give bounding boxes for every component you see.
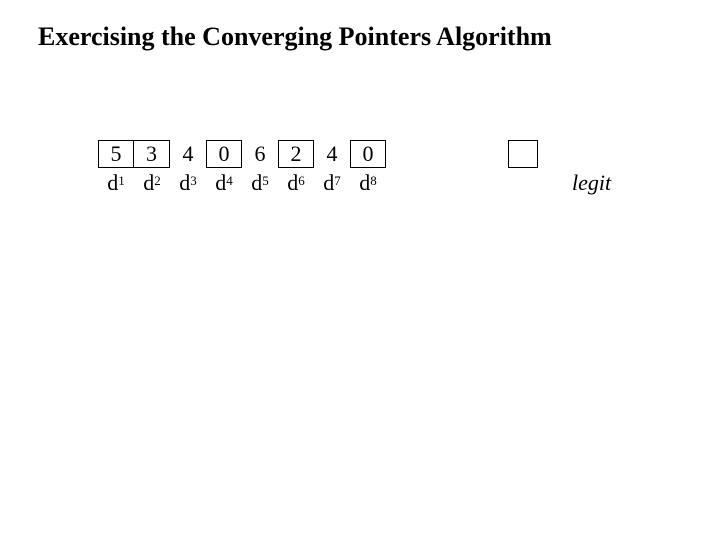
array-diagram: 5 3 4 0 6 2 4 0 d1 d2 d3 d4 d5 d6 d7 d8 [98,140,386,196]
legit-box [508,140,538,168]
page-title: Exercising the Converging Pointers Algor… [38,22,552,52]
array-label: d5 [242,170,278,196]
legit-label: legit [572,170,611,196]
array-cell: 5 [98,140,134,168]
array-cells-row: 5 3 4 0 6 2 4 0 [98,140,386,168]
array-cell: 0 [350,140,386,168]
array-cell: 2 [278,140,314,168]
array-label: d3 [170,170,206,196]
array-cell: 6 [242,140,278,168]
array-labels-row: d1 d2 d3 d4 d5 d6 d7 d8 [98,170,386,196]
array-label: d4 [206,170,242,196]
array-cell: 4 [314,140,350,168]
array-cell: 4 [170,140,206,168]
array-label: d7 [314,170,350,196]
array-label: d1 [98,170,134,196]
array-cell: 3 [134,140,170,168]
array-cell: 0 [206,140,242,168]
array-label: d6 [278,170,314,196]
array-label: d2 [134,170,170,196]
array-label: d8 [350,170,386,196]
